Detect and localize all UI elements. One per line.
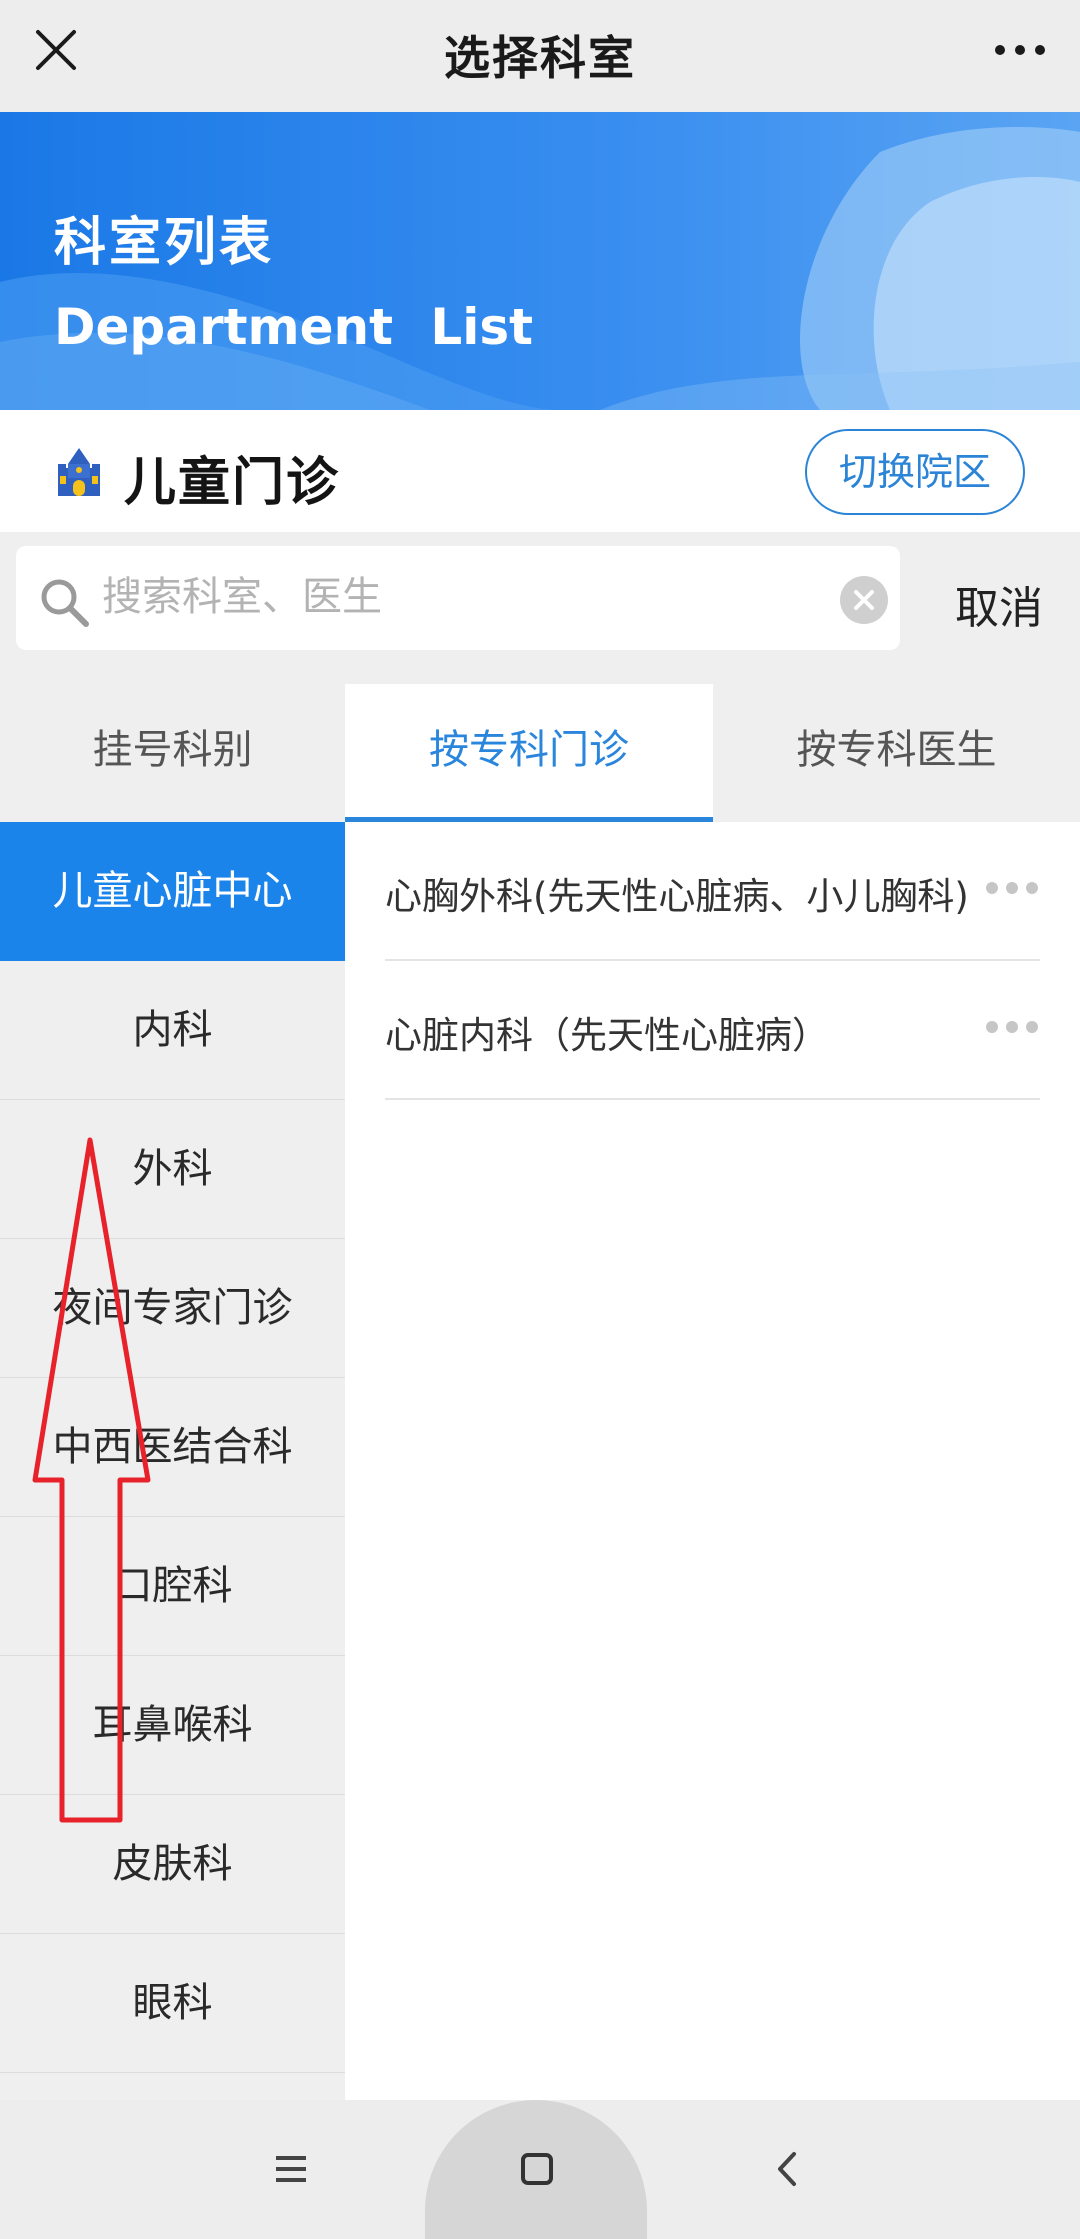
search-icon <box>41 579 89 627</box>
title-bar: 选择科室 <box>0 0 1080 112</box>
menu-icon[interactable] <box>266 2144 316 2194</box>
search-box[interactable] <box>16 546 900 650</box>
cancel-button[interactable]: 取消 <box>955 572 1043 636</box>
banner-title-cn: 科室列表 <box>54 213 275 273</box>
list-item[interactable]: 心胸外科(先天性心脏病、小儿胸科) <box>385 822 1040 961</box>
search-input[interactable] <box>100 564 830 630</box>
sidebar-item[interactable]: 眼科 <box>0 1934 345 2073</box>
department-label: 心脏内科（先天性心脏病） <box>385 1014 829 1057</box>
switch-campus-button[interactable]: 切换院区 <box>805 429 1025 515</box>
tab-by-specialty-clinic[interactable]: 按专科门诊 <box>345 684 713 822</box>
back-icon[interactable] <box>762 2144 812 2194</box>
sidebar-item[interactable]: 儿童心脏中心 <box>0 822 345 961</box>
tab-by-specialty-doctor[interactable]: 按专科医生 <box>713 684 1080 822</box>
more-icon[interactable] <box>990 30 1050 70</box>
more-options-icon[interactable] <box>984 1017 1040 1037</box>
department-list: 心胸外科(先天性心脏病、小儿胸科) 心脏内科（先天性心脏病） <box>345 822 1080 2100</box>
department-banner: 科室列表 Department List <box>0 112 1080 410</box>
list-item[interactable]: 心脏内科（先天性心脏病） <box>385 961 1040 1100</box>
hospital-name: 儿童门诊 <box>124 453 341 513</box>
more-options-icon[interactable] <box>984 878 1040 898</box>
system-nav-bar <box>0 2100 1080 2239</box>
category-sidebar[interactable]: 儿童心脏中心 内科 外科 夜间专家门诊 中西医结合科 口腔科 耳鼻喉科 皮肤科 … <box>0 822 345 2100</box>
sidebar-item[interactable]: 皮肤科 <box>0 1795 345 1934</box>
sidebar-item[interactable]: 中西医结合科 <box>0 1378 345 1517</box>
tab-label: 按专科医生 <box>796 727 997 773</box>
department-label: 心胸外科(先天性心脏病、小儿胸科) <box>385 875 969 918</box>
page-title: 选择科室 <box>444 31 636 85</box>
sidebar-item[interactable]: 外科 <box>0 1100 345 1239</box>
tab-bar: 挂号科别 按专科门诊 按专科医生 <box>0 684 1080 822</box>
home-icon[interactable] <box>512 2144 562 2194</box>
search-bar: 取消 <box>0 532 1080 684</box>
tab-label: 按专科门诊 <box>429 727 629 773</box>
sidebar-item[interactable]: 夜间专家门诊 <box>0 1239 345 1378</box>
hospital-row: 儿童门诊 切换院区 <box>0 410 1080 532</box>
banner-title-en: Department List <box>54 298 534 356</box>
sidebar-item[interactable]: 耳鼻喉科 <box>0 1656 345 1795</box>
tab-registration-category[interactable]: 挂号科别 <box>0 684 345 822</box>
sidebar-item[interactable]: 口腔科 <box>0 1517 345 1656</box>
clear-icon[interactable] <box>840 576 888 624</box>
castle-icon <box>58 448 100 496</box>
tab-label: 挂号科别 <box>92 727 253 773</box>
sidebar-item[interactable]: 内科 <box>0 961 345 1100</box>
